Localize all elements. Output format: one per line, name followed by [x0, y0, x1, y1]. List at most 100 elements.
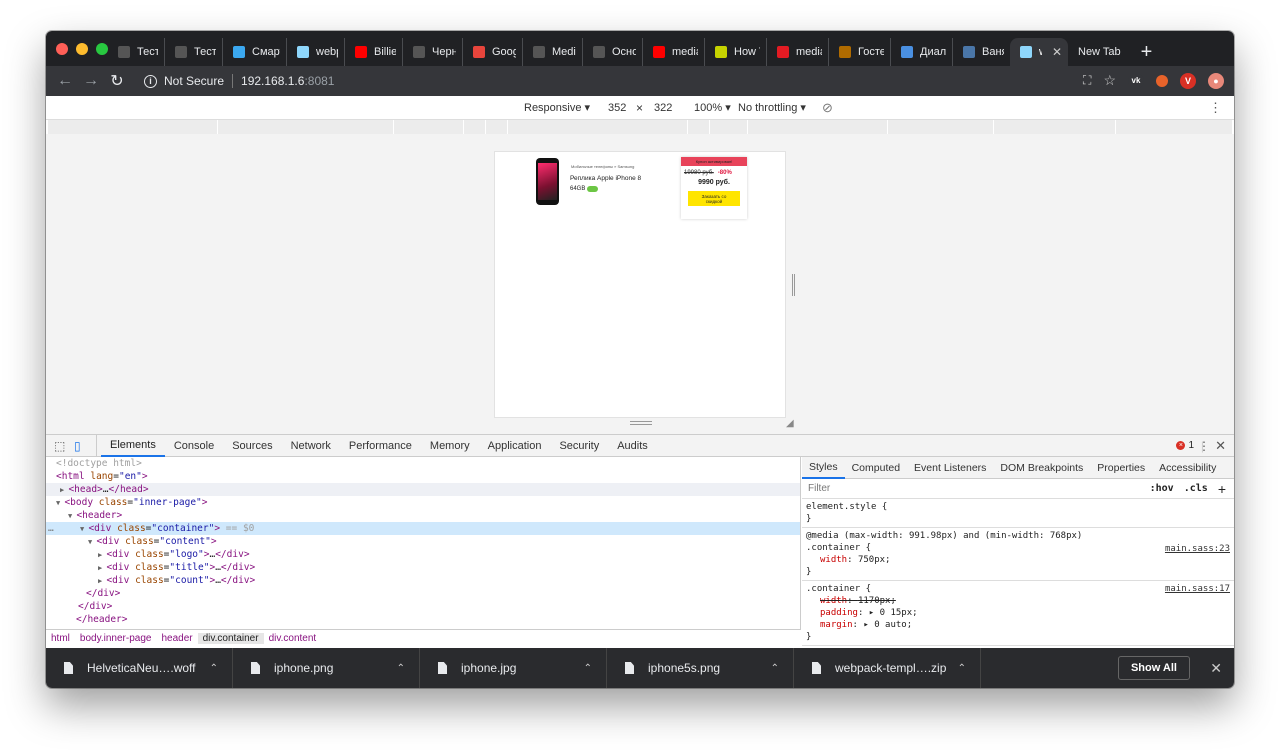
hov-toggle[interactable]: :hov	[1150, 483, 1174, 494]
devtools-tab-elements[interactable]: Elements	[101, 435, 165, 457]
devtools-tab-application[interactable]: Application	[479, 435, 551, 457]
dom-node[interactable]: </div>	[46, 587, 800, 600]
chevron-up-icon[interactable]: ⌃	[397, 663, 405, 674]
tab-5[interactable]: Черно	[402, 38, 462, 66]
cls-toggle[interactable]: .cls	[1184, 483, 1208, 494]
download-item[interactable]: HelveticaNeu….woff ⌃	[46, 648, 233, 688]
zoom-window-button[interactable]	[96, 43, 108, 55]
crumb-html[interactable]: html	[46, 633, 75, 644]
dom-node[interactable]: ▶ <div class="logo">…</div>	[46, 548, 800, 561]
css-property[interactable]: width: 1170px;	[806, 595, 1230, 607]
devtools-tab-memory[interactable]: Memory	[421, 435, 479, 457]
styles-tab-properties[interactable]: Properties	[1090, 457, 1152, 479]
rule-source-link[interactable]: main.sass:23	[1165, 543, 1230, 555]
dom-node[interactable]: ▶ <div class="count">…</div>	[46, 574, 800, 587]
devtools-tab-sources[interactable]: Sources	[223, 435, 281, 457]
devtools-tab-network[interactable]: Network	[282, 435, 340, 457]
dom-node[interactable]: ▼ <body class="inner-page">	[46, 496, 800, 509]
dom-node[interactable]: </div>	[46, 600, 800, 613]
rotate-icon[interactable]: ⊘	[822, 100, 833, 116]
styles-tab-event-listeners[interactable]: Event Listeners	[907, 457, 993, 479]
devtools-tab-audits[interactable]: Audits	[608, 435, 657, 457]
tab-16[interactable]: New Tab	[1068, 38, 1127, 66]
styles-tab-styles[interactable]: Styles	[802, 457, 845, 479]
chevron-up-icon[interactable]: ⌃	[210, 663, 218, 674]
forward-icon[interactable]: →	[78, 72, 104, 90]
crumb-body.inner-page[interactable]: body.inner-page	[75, 633, 157, 644]
dom-node[interactable]: </header>	[46, 613, 800, 626]
chevron-up-icon[interactable]: ⌃	[584, 663, 592, 674]
translate-icon[interactable]: ⛶	[1083, 73, 1091, 88]
minimize-window-button[interactable]	[76, 43, 88, 55]
show-all-button[interactable]: Show All	[1117, 656, 1190, 680]
styles-tab-computed[interactable]: Computed	[845, 457, 907, 479]
download-item[interactable]: iphone5s.png ⌃	[607, 648, 794, 688]
tab-1[interactable]: Тесто	[164, 38, 222, 66]
more-options-icon[interactable]: ⋮	[1209, 100, 1222, 116]
device-toggle-icon[interactable]: ▯	[74, 439, 90, 453]
menu-icon[interactable]: ●	[1208, 72, 1224, 89]
css-property[interactable]: width: 750px;	[806, 554, 1230, 566]
crumb-div.container[interactable]: div.container	[197, 633, 264, 644]
dom-node[interactable]: <!doctype html>	[46, 457, 800, 470]
avatar[interactable]: V	[1180, 72, 1196, 89]
tab-11[interactable]: media	[766, 38, 828, 66]
download-item[interactable]: iphone.jpg ⌃	[420, 648, 607, 688]
order-button[interactable]: Заказать со скидкой	[688, 191, 740, 206]
more-icon[interactable]: …	[48, 522, 54, 535]
close-tab-icon[interactable]: ✕	[1052, 45, 1062, 59]
dom-node[interactable]: <html lang="en">	[46, 470, 800, 483]
rule-source-link[interactable]: main.sass:17	[1165, 583, 1230, 595]
close-downloads-icon[interactable]: ✕	[1210, 660, 1222, 677]
css-property[interactable]: padding: ▸ 0 15px;	[806, 607, 1230, 619]
zoom-select[interactable]: 100% ▾	[694, 101, 731, 114]
height-input[interactable]: 322	[654, 102, 672, 114]
tab-0[interactable]: Тесто	[108, 38, 164, 66]
dom-node[interactable]: ▼ <div class="content">	[46, 535, 800, 548]
download-item[interactable]: iphone.png ⌃	[233, 648, 420, 688]
dom-node[interactable]: ▶ <head>…</head>	[46, 483, 800, 496]
info-icon[interactable]: i	[144, 74, 157, 88]
error-counter[interactable]: × 1	[1176, 440, 1194, 451]
extension-icon[interactable]	[1156, 74, 1168, 87]
width-input[interactable]: 352	[608, 102, 626, 114]
dom-node[interactable]: ▼ <header>	[46, 509, 800, 522]
tab-3[interactable]: webpa	[286, 38, 344, 66]
devtools-tab-console[interactable]: Console	[165, 435, 223, 457]
device-mode-select[interactable]: Responsive ▾	[524, 101, 590, 114]
vk-extension-icon[interactable]: vk	[1128, 72, 1144, 89]
close-window-button[interactable]	[56, 43, 68, 55]
css-property[interactable]: margin: ▸ 0 auto;	[806, 619, 1230, 631]
new-tab-icon[interactable]: +	[1141, 38, 1153, 66]
add-rule-icon[interactable]: +	[1218, 481, 1226, 497]
crumb-header[interactable]: header	[156, 633, 197, 644]
dom-node[interactable]: … ▼ <div class="container"> == $0	[46, 522, 800, 535]
download-item[interactable]: webpack-templ….zip ⌃	[794, 648, 981, 688]
resize-handle-right[interactable]	[792, 274, 795, 296]
tab-12[interactable]: Гостев	[828, 38, 890, 66]
crumb-div.content[interactable]: div.content	[264, 633, 322, 644]
page-breadcrumb[interactable]: Мобильные телефоны » Samsung	[571, 164, 634, 169]
tab-8[interactable]: Осно	[582, 38, 642, 66]
tab-6[interactable]: Google	[462, 38, 522, 66]
omnibox[interactable]: i Not Secure 192.168.1.6:8081	[136, 70, 334, 92]
styles-tab-accessibility[interactable]: Accessibility	[1152, 457, 1223, 479]
tab-2[interactable]: Смарт	[222, 38, 286, 66]
filter-input[interactable]: Filter	[808, 483, 1150, 494]
throttle-select[interactable]: No throttling ▾	[738, 101, 806, 114]
tab-9[interactable]: media	[642, 38, 704, 66]
tab-13[interactable]: Диало	[890, 38, 952, 66]
tab-15[interactable]: we ✕	[1010, 38, 1068, 66]
reload-icon[interactable]: ↻	[104, 71, 130, 91]
resize-handle-bottom[interactable]	[630, 421, 652, 425]
chevron-up-icon[interactable]: ⌃	[771, 663, 779, 674]
devtools-menu-icon[interactable]: ⋮	[1198, 439, 1210, 453]
inspect-icon[interactable]: ⬚	[54, 439, 70, 453]
chevron-up-icon[interactable]: ⌃	[958, 663, 966, 674]
close-devtools-icon[interactable]: ✕	[1215, 438, 1226, 454]
tab-4[interactable]: Billie E	[344, 38, 402, 66]
dom-node[interactable]: ▶ <div class="title">…</div>	[46, 561, 800, 574]
plus-icon[interactable]	[587, 186, 599, 192]
tab-10[interactable]: How T	[704, 38, 766, 66]
devtools-tab-security[interactable]: Security	[550, 435, 608, 457]
